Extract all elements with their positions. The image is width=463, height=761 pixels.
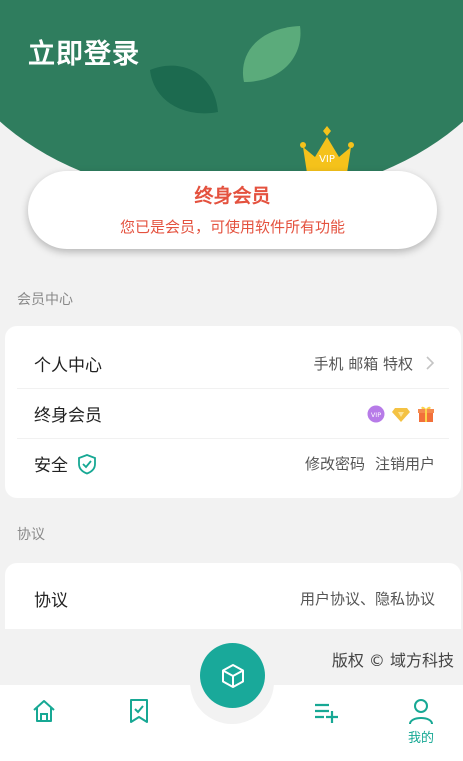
svg-text:VIP: VIP (371, 411, 381, 419)
vip-crown-icon: VIP (300, 126, 354, 173)
membership-subtitle: 您已是会员，可使用软件所有功能 (119, 218, 345, 236)
delete-account-link[interactable]: 注销用户 (375, 453, 435, 474)
login-link[interactable]: 立即登录 (28, 32, 140, 71)
agreement-card: 协议 用户协议、隐私协议 (5, 563, 461, 629)
gift-icon (418, 406, 434, 422)
leaf-decoration-dark (150, 65, 218, 114)
user-icon (409, 699, 433, 725)
row-label-security: 安全 (34, 456, 68, 476)
tab-profile[interactable]: 我的 (396, 697, 446, 752)
row-agreement[interactable]: 协议 用户协议、隐私协议 (17, 573, 449, 623)
row-personal-center[interactable]: 个人中心 手机 邮箱 特权 (17, 338, 449, 388)
personal-center-detail: 手机 邮箱 特权 (313, 354, 413, 373)
section-label-agreement: 协议 (17, 527, 45, 543)
row-security: 安全 修改密码 注销用户 (17, 438, 449, 488)
header-background (0, 0, 463, 200)
chevron-right-icon (426, 356, 435, 370)
section-label-member-center: 会员中心 (17, 292, 73, 308)
tab-home[interactable] (19, 697, 69, 752)
tab-bookmarks[interactable] (114, 697, 164, 752)
bookmark-icon (130, 699, 148, 723)
agreement-detail: 用户协议、隐私协议 (299, 589, 435, 608)
diamond-icon (392, 407, 410, 422)
home-icon (33, 700, 55, 722)
row-label-personal-center: 个人中心 (34, 355, 102, 376)
cube-icon (221, 663, 244, 688)
membership-card: 终身会员 您已是会员，可使用软件所有功能 (28, 171, 437, 249)
crown-vip-text: VIP (319, 154, 335, 165)
copyright-text: 版权 © 域方科技 (331, 651, 454, 670)
leaf-decoration-light (242, 26, 301, 82)
row-label-agreement: 协议 (34, 590, 68, 611)
playlist-add-icon (315, 703, 338, 723)
row-lifetime-member[interactable]: 终身会员 VIP (17, 388, 449, 438)
tab-profile-label: 我的 (407, 731, 434, 746)
member-center-card: 个人中心 手机 邮箱 特权 终身会员 VIP 安全 修改密码 注销用户 (5, 326, 461, 498)
center-action-button[interactable] (200, 643, 265, 708)
vip-badge-icon: VIP (367, 405, 385, 422)
tab-playlist[interactable] (301, 697, 351, 752)
row-label-lifetime-member: 终身会员 (34, 406, 102, 426)
shield-check-icon (78, 453, 96, 474)
change-password-link[interactable]: 修改密码 (305, 453, 365, 474)
membership-title: 终身会员 (194, 185, 271, 207)
